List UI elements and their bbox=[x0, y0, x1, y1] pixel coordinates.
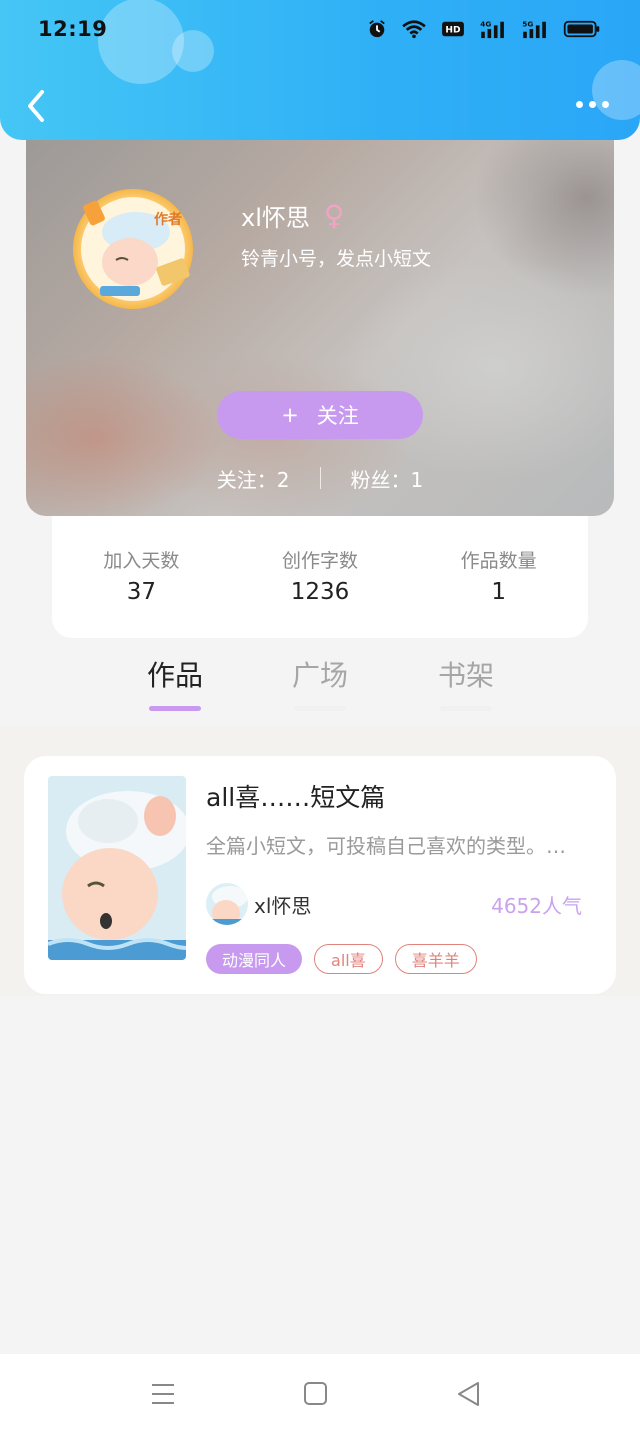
svg-text:HD: HD bbox=[445, 26, 461, 36]
followers-count[interactable]: 粉丝：1 bbox=[351, 464, 424, 493]
profile-username-row: xl怀思 ♀ bbox=[241, 198, 344, 233]
divider bbox=[319, 467, 321, 489]
status-icons: HD 4G 5G bbox=[366, 19, 602, 39]
stat-label: 加入天数 bbox=[103, 550, 180, 572]
author-avatar-image bbox=[206, 883, 248, 925]
stats-card: 加入天数 37 创作字数 1236 作品数量 1 bbox=[52, 516, 588, 638]
avatar-badge: 作者 bbox=[154, 211, 182, 228]
system-nav-bar bbox=[0, 1354, 640, 1433]
dot bbox=[576, 100, 583, 108]
tab-works[interactable]: 作品 bbox=[120, 654, 230, 711]
tab-label: 广场 bbox=[291, 659, 348, 692]
work-author-row: xl怀思 4652人气 bbox=[206, 882, 582, 926]
profile-bio: 铃青小号，发点小短文 bbox=[241, 248, 432, 270]
tag-item[interactable]: all喜 bbox=[314, 944, 383, 974]
avatar-image: 作者 bbox=[73, 189, 193, 309]
tab-label: 书架 bbox=[437, 659, 494, 692]
tab-underline bbox=[294, 706, 346, 711]
author-name: xl怀思 bbox=[254, 893, 312, 918]
work-description: 全篇小短文，可投稿自己喜欢的类型。… bbox=[206, 834, 566, 858]
alarm-icon bbox=[369, 20, 385, 38]
chevron-left-icon[interactable] bbox=[22, 88, 52, 124]
tab-bookshelf[interactable]: 书架 bbox=[411, 654, 521, 711]
content-tabs: 作品 广场 书架 bbox=[120, 654, 520, 714]
top-header: 12:19 HD 4G 5G bbox=[0, 0, 640, 140]
tab-underline bbox=[440, 706, 492, 711]
stat-value: 1236 bbox=[290, 579, 350, 605]
wifi-icon bbox=[402, 20, 426, 39]
avatar[interactable]: 作者 bbox=[70, 184, 200, 314]
status-time: 12:19 bbox=[38, 17, 108, 41]
home-square-icon[interactable] bbox=[302, 1380, 330, 1408]
stat-value: 37 bbox=[126, 579, 156, 605]
profile-username: xl怀思 bbox=[241, 204, 310, 232]
stat-works-count: 作品数量 1 bbox=[434, 546, 564, 638]
work-title[interactable]: all喜……短文篇 bbox=[206, 778, 385, 814]
stat-label: 作品数量 bbox=[460, 550, 537, 572]
5g-signal-icon: 5G bbox=[522, 19, 546, 39]
follow-button-label: 关注 bbox=[316, 404, 359, 428]
more-dots-icon[interactable] bbox=[576, 96, 612, 112]
following-count[interactable]: 关注：2 bbox=[217, 464, 290, 493]
hd-icon: HD bbox=[442, 21, 464, 37]
menu-icon[interactable] bbox=[149, 1380, 177, 1408]
stat-word-count: 创作字数 1236 bbox=[255, 546, 385, 638]
svg-text:5G: 5G bbox=[522, 19, 533, 28]
tag-item[interactable]: 动漫同人 bbox=[206, 944, 303, 974]
dot bbox=[602, 100, 609, 108]
tab-square[interactable]: 广场 bbox=[265, 654, 375, 711]
work-cover-image[interactable] bbox=[48, 776, 186, 960]
battery-icon bbox=[563, 20, 600, 38]
work-popularity: 4652人气 bbox=[491, 893, 582, 918]
work-card[interactable]: all喜……短文篇 全篇小短文，可投稿自己喜欢的类型。… xl怀思 4652人气… bbox=[24, 756, 616, 994]
female-gender-icon: ♀ bbox=[323, 198, 345, 232]
plus-icon: + bbox=[281, 403, 299, 427]
work-tags: 动漫同人 all喜 喜羊羊 bbox=[206, 944, 477, 974]
profile-hero-card: 作者 xl怀思 ♀ 铃青小号，发点小短文 + 关注 关注：2 粉丝：1 bbox=[26, 108, 614, 516]
stat-label: 创作字数 bbox=[281, 550, 358, 572]
author-avatar[interactable] bbox=[206, 883, 248, 925]
stat-value: 1 bbox=[491, 579, 506, 605]
svg-text:4G: 4G bbox=[480, 19, 491, 28]
back-triangle-icon[interactable] bbox=[455, 1380, 483, 1408]
follow-counts: 关注：2 粉丝：1 bbox=[26, 462, 614, 494]
cover-illustration bbox=[48, 776, 186, 960]
tab-underline bbox=[149, 706, 201, 711]
follow-button[interactable]: + 关注 bbox=[217, 391, 423, 439]
status-bar: 12:19 HD 4G 5G bbox=[0, 0, 640, 58]
4g-signal-icon: 4G bbox=[480, 19, 504, 39]
dot bbox=[589, 100, 596, 108]
tag-item[interactable]: 喜羊羊 bbox=[394, 944, 477, 974]
tab-label: 作品 bbox=[146, 659, 203, 692]
stat-join-days: 加入天数 37 bbox=[76, 546, 206, 638]
nav-row bbox=[0, 80, 640, 132]
